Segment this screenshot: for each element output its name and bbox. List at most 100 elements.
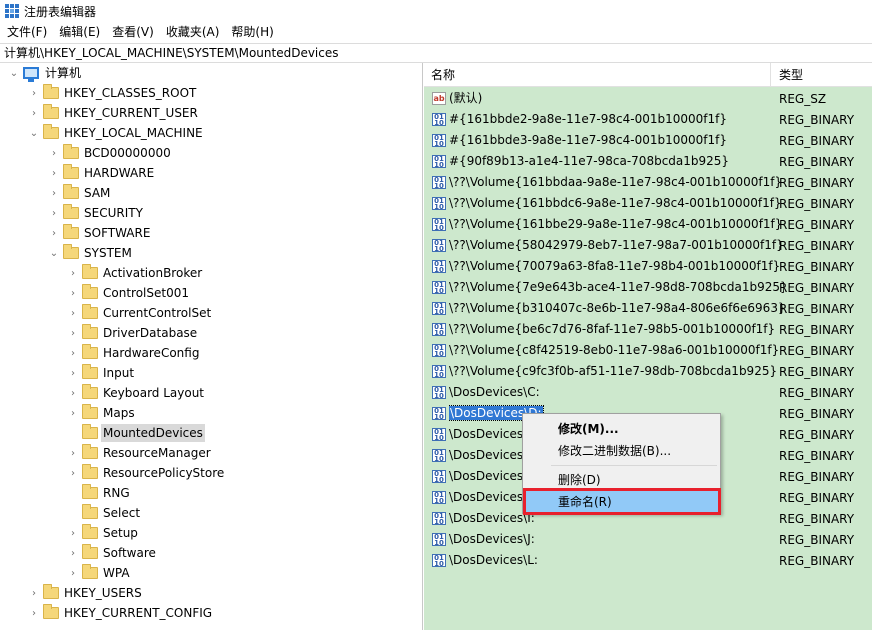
tree-item[interactable]: MountedDevices bbox=[67, 423, 205, 443]
chevron-right-icon[interactable]: › bbox=[67, 263, 79, 283]
value-name: \??\Volume{be6c7d76-8faf-11e7-98b5-001b1… bbox=[449, 321, 784, 338]
chevron-right-icon[interactable]: › bbox=[67, 543, 79, 563]
tree-item[interactable]: › Keyboard Layout bbox=[67, 383, 206, 403]
context-menu-modify[interactable]: 修改(M)... bbox=[525, 418, 718, 440]
tree-item-label: HKEY_LOCAL_MACHINE bbox=[64, 126, 203, 140]
binary-value-icon: 01 10 bbox=[432, 176, 446, 190]
value-row[interactable]: 01 10 \??\Volume{58042979-8eb7-11e7-98a7-0… bbox=[424, 235, 872, 256]
key-tree[interactable]: ⌄ 计算机 › HKEY_CLASSES_ROOT › HKEY_CURRENT_USER… bbox=[0, 63, 423, 630]
tree-item[interactable]: Select bbox=[67, 503, 142, 523]
folder-icon bbox=[82, 284, 98, 299]
tree-item[interactable]: › DriverDatabase bbox=[67, 323, 199, 343]
chevron-right-icon[interactable]: › bbox=[67, 303, 79, 323]
value-row[interactable]: 01 10 #{90f89b13-a1e4-11e7-98ca-708bcda1b9… bbox=[424, 151, 872, 172]
tree-item[interactable]: › Maps bbox=[67, 403, 137, 423]
chevron-right-icon[interactable]: › bbox=[67, 363, 79, 383]
tree-item[interactable]: › ResourcePolicyStore bbox=[67, 463, 226, 483]
value-row[interactable]: 01 10 #{161bbde3-9a8e-11e7-98c4-001b10000f… bbox=[424, 130, 872, 151]
value-row[interactable]: 01 10 \??\Volume{70079a63-8fa8-11e7-98b4-0… bbox=[424, 256, 872, 277]
chevron-right-icon[interactable]: › bbox=[48, 183, 60, 203]
chevron-right-icon[interactable]: › bbox=[67, 443, 79, 463]
folder-icon bbox=[82, 344, 98, 359]
chevron-right-icon[interactable]: › bbox=[28, 583, 40, 603]
value-row[interactable]: 01 10 \??\Volume{be6c7d76-8faf-11e7-98b5-0… bbox=[424, 319, 872, 340]
value-row[interactable]: 01 10 \??\Volume{161bbdc6-9a8e-11e7-98c4-0… bbox=[424, 193, 872, 214]
value-row[interactable]: 01 10 \DosDevices\J: REG_BINARY bbox=[424, 529, 872, 550]
tree-item[interactable]: › WPA bbox=[67, 563, 132, 583]
value-row[interactable]: 01 10 \??\Volume{161bbe29-9a8e-11e7-98c4-0… bbox=[424, 214, 872, 235]
tree-item[interactable]: › CurrentControlSet bbox=[67, 303, 213, 323]
chevron-right-icon[interactable]: › bbox=[48, 203, 60, 223]
value-row[interactable]: 01 10 \??\Volume{b310407c-8e6b-11e7-98a4-8… bbox=[424, 298, 872, 319]
chevron-right-icon[interactable]: › bbox=[67, 323, 79, 343]
value-row[interactable]: ab (默认) REG_SZ bbox=[424, 88, 872, 109]
menu-file[interactable]: 文件(F) bbox=[0, 22, 53, 43]
binary-value-icon: 01 10 bbox=[432, 281, 446, 295]
chevron-right-icon[interactable]: › bbox=[67, 383, 79, 403]
chevron-right-icon[interactable]: › bbox=[67, 283, 79, 303]
tree-item[interactable]: ⌄ 计算机 bbox=[8, 63, 83, 83]
chevron-right-icon[interactable]: › bbox=[67, 343, 79, 363]
tree-item[interactable]: › HKEY_CURRENT_CONFIG bbox=[28, 603, 214, 623]
chevron-down-icon[interactable]: ⌄ bbox=[48, 243, 60, 263]
tree-item[interactable]: RNG bbox=[67, 483, 132, 503]
column-header-name[interactable]: 名称 bbox=[424, 63, 771, 87]
tree-item-label: HKEY_CURRENT_USER bbox=[64, 106, 198, 120]
value-row[interactable]: 01 10 \??\Volume{c8f42519-8eb0-11e7-98a6-0… bbox=[424, 340, 872, 361]
address-bar[interactable]: 计算机\HKEY_LOCAL_MACHINE\SYSTEM\MountedDev… bbox=[0, 43, 872, 63]
tree-item[interactable]: ⌄ SYSTEM bbox=[48, 243, 134, 263]
value-row[interactable]: 01 10 \??\Volume{161bbdaa-9a8e-11e7-98c4-0… bbox=[424, 172, 872, 193]
tree-item[interactable]: › Setup bbox=[67, 523, 140, 543]
chevron-right-icon[interactable]: › bbox=[48, 143, 60, 163]
chevron-right-icon[interactable]: › bbox=[67, 563, 79, 583]
value-name: \??\Volume{c9fc3f0b-af51-11e7-98db-708bc… bbox=[449, 363, 784, 380]
tree-item[interactable]: › ControlSet001 bbox=[67, 283, 191, 303]
value-row[interactable]: 01 10 \DosDevices\C: REG_BINARY bbox=[424, 382, 872, 403]
value-type: REG_BINARY bbox=[779, 196, 855, 211]
menu-help[interactable]: 帮助(H) bbox=[225, 22, 279, 43]
tree-item[interactable]: › BCD00000000 bbox=[48, 143, 173, 163]
chevron-right-icon[interactable]: › bbox=[28, 83, 40, 103]
value-type: REG_BINARY bbox=[779, 217, 855, 232]
chevron-right-icon[interactable]: › bbox=[28, 103, 40, 123]
menu-favorites[interactable]: 收藏夹(A) bbox=[160, 22, 226, 43]
tree-item[interactable]: › ResourceManager bbox=[67, 443, 213, 463]
value-name: \??\Volume{7e9e643b-ace4-11e7-98d8-708bc… bbox=[449, 279, 784, 296]
chevron-down-icon[interactable]: ⌄ bbox=[28, 123, 40, 143]
value-list[interactable]: 名称 类型 ab (默认) REG_SZ 01 10 #{161bbde2-9a8e-11… bbox=[424, 63, 872, 630]
tree-item[interactable]: › HardwareConfig bbox=[67, 343, 201, 363]
folder-icon bbox=[82, 384, 98, 399]
value-row[interactable]: 01 10 \DosDevices\L: REG_BINARY bbox=[424, 550, 872, 571]
tree-item-label: RNG bbox=[103, 486, 130, 500]
chevron-down-icon[interactable]: ⌄ bbox=[8, 63, 20, 83]
chevron-right-icon[interactable]: › bbox=[67, 463, 79, 483]
folder-icon bbox=[43, 84, 59, 99]
chevron-right-icon[interactable]: › bbox=[67, 523, 79, 543]
menu-bar: 文件(F) 编辑(E) 查看(V) 收藏夹(A) 帮助(H) bbox=[0, 22, 872, 43]
tree-item[interactable]: › Software bbox=[67, 543, 158, 563]
chevron-right-icon[interactable]: › bbox=[28, 603, 40, 623]
value-row[interactable]: 01 10 #{161bbde2-9a8e-11e7-98c4-001b10000f… bbox=[424, 109, 872, 130]
tree-item[interactable]: › ActivationBroker bbox=[67, 263, 204, 283]
tree-item[interactable]: › SECURITY bbox=[48, 203, 145, 223]
tree-item[interactable]: ⌄ HKEY_LOCAL_MACHINE bbox=[28, 123, 205, 143]
tree-item[interactable]: › HARDWARE bbox=[48, 163, 156, 183]
folder-icon bbox=[82, 484, 98, 499]
context-menu-modify-binary[interactable]: 修改二进制数据(B)... bbox=[525, 440, 718, 462]
tree-item[interactable]: › SOFTWARE bbox=[48, 223, 152, 243]
menu-edit[interactable]: 编辑(E) bbox=[53, 22, 106, 43]
chevron-right-icon[interactable]: › bbox=[67, 403, 79, 423]
tree-item[interactable]: › SAM bbox=[48, 183, 112, 203]
value-row[interactable]: 01 10 \??\Volume{c9fc3f0b-af51-11e7-98db-7… bbox=[424, 361, 872, 382]
value-type: REG_SZ bbox=[779, 91, 827, 106]
column-header-type[interactable]: 类型 bbox=[772, 63, 872, 87]
tree-item[interactable]: › Input bbox=[67, 363, 136, 383]
tree-item[interactable]: › HKEY_CLASSES_ROOT bbox=[28, 83, 198, 103]
menu-view[interactable]: 查看(V) bbox=[106, 22, 160, 43]
chevron-right-icon[interactable]: › bbox=[48, 223, 60, 243]
chevron-right-icon[interactable]: › bbox=[48, 163, 60, 183]
tree-item[interactable]: › HKEY_CURRENT_USER bbox=[28, 103, 200, 123]
value-row[interactable]: 01 10 \??\Volume{7e9e643b-ace4-11e7-98d8-7… bbox=[424, 277, 872, 298]
tree-item[interactable]: › HKEY_USERS bbox=[28, 583, 144, 603]
